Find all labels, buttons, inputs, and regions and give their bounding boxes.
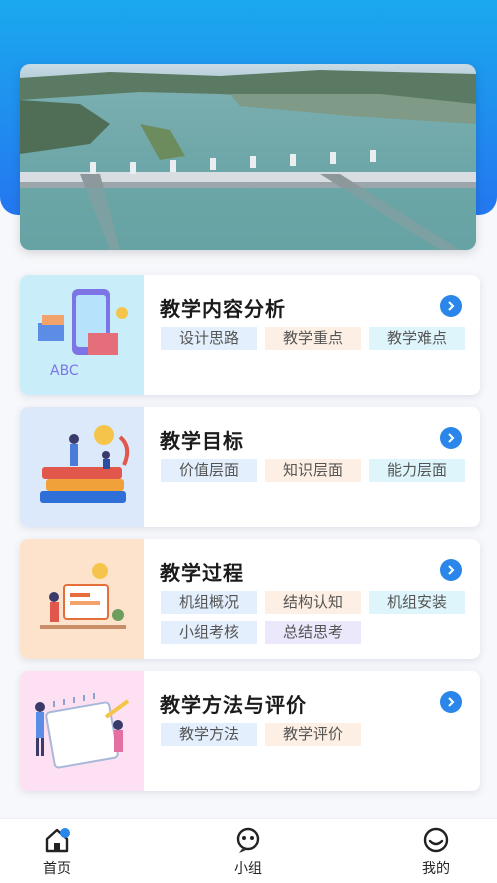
tag-group-assessment[interactable]: 小组考核 — [161, 621, 257, 644]
nav-group[interactable]: 小组 — [218, 825, 278, 878]
dam-aerial-photo — [20, 64, 476, 250]
home-icon — [45, 828, 70, 853]
tag-unit-overview[interactable]: 机组概况 — [161, 591, 257, 614]
tag-teaching-evaluation[interactable]: 教学评价 — [265, 723, 361, 746]
tag-value-level[interactable]: 价值层面 — [161, 459, 257, 482]
books-goals-illustration-icon — [20, 407, 144, 527]
nav-profile[interactable]: 我的 — [406, 825, 466, 878]
nav-label: 首页 — [43, 861, 71, 877]
tag-key-points[interactable]: 教学重点 — [265, 327, 361, 350]
svg-text:ABC: ABC — [50, 363, 79, 379]
tag-teaching-method[interactable]: 教学方法 — [161, 723, 257, 746]
tag-unit-installation[interactable]: 机组安装 — [369, 591, 465, 614]
card-title: 教学内容分析 — [160, 297, 286, 321]
chevron-right-icon[interactable] — [440, 427, 462, 449]
teaching-process-thumbnail — [20, 539, 144, 659]
teaching-goals-thumbnail — [20, 407, 144, 527]
nav-home[interactable]: 首页 — [27, 825, 87, 878]
card-title: 教学过程 — [160, 561, 244, 585]
bottom-nav: 首页 小组 我的 — [0, 818, 497, 883]
profile-icon — [423, 827, 449, 853]
card-title: 教学方法与评价 — [160, 693, 307, 717]
tag-design-idea[interactable]: 设计思路 — [161, 327, 257, 350]
tag-knowledge-level[interactable]: 知识层面 — [265, 459, 361, 482]
nav-label: 小组 — [234, 861, 262, 877]
nav-label: 我的 — [422, 861, 450, 877]
methods-evaluation-thumbnail — [20, 671, 144, 791]
group-icon — [236, 827, 260, 853]
phone-learning-illustration-icon: ABC — [20, 275, 144, 395]
notebook-illustration-icon — [20, 671, 144, 791]
presentation-illustration-icon — [20, 539, 144, 659]
tag-difficulties[interactable]: 教学难点 — [369, 327, 465, 350]
chevron-right-icon[interactable] — [440, 559, 462, 581]
card-title: 教学目标 — [160, 429, 244, 453]
tag-summary-reflection[interactable]: 总结思考 — [265, 621, 361, 644]
card-teaching-goals[interactable]: 教学目标 价值层面 知识层面 能力层面 — [20, 407, 480, 527]
teaching-content-thumbnail: ABC — [20, 275, 144, 395]
card-teaching-content[interactable]: ABC 教学内容分析 设计思路 教学重点 教学难点 — [20, 275, 480, 395]
tag-ability-level[interactable]: 能力层面 — [369, 459, 465, 482]
card-teaching-process[interactable]: 教学过程 机组概况 结构认知 机组安装 小组考核 总结思考 — [20, 539, 480, 659]
chevron-right-icon[interactable] — [440, 295, 462, 317]
card-methods-evaluation[interactable]: 教学方法与评价 教学方法 教学评价 — [20, 671, 480, 791]
chevron-right-icon[interactable] — [440, 691, 462, 713]
banner-image[interactable] — [20, 64, 476, 250]
tag-structure-cognition[interactable]: 结构认知 — [265, 591, 361, 614]
